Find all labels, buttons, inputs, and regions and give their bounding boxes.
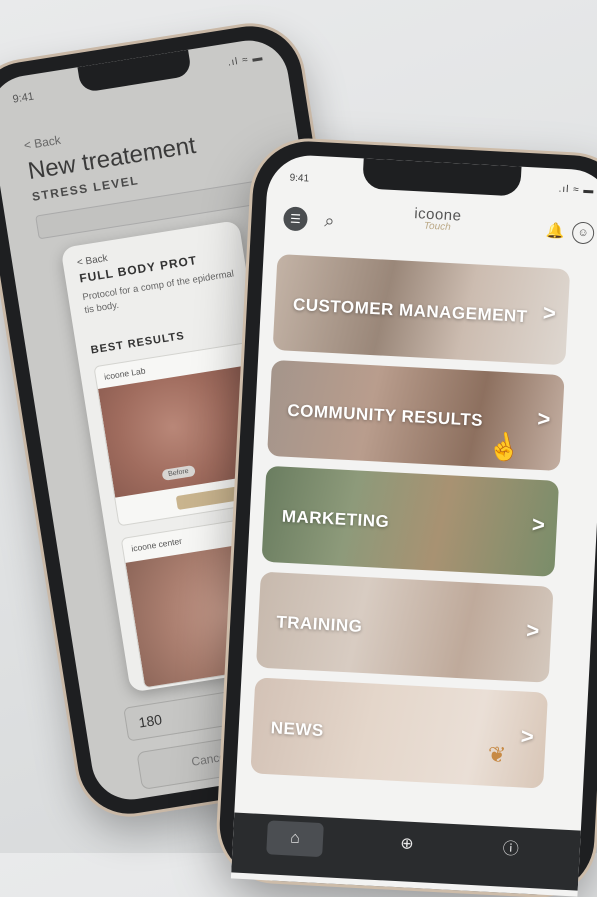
tile-community-results[interactable]: COMMUNITY RESULTS > ☝ bbox=[267, 359, 565, 472]
tile-news[interactable]: NEWS > ❦ bbox=[250, 677, 549, 789]
card-back-link[interactable]: < Back bbox=[76, 253, 108, 269]
chevron-right-icon: > bbox=[536, 405, 552, 432]
notch bbox=[77, 49, 193, 93]
result-source-label: icoone center bbox=[130, 535, 183, 554]
chevron-right-icon: > bbox=[531, 511, 546, 538]
info-icon[interactable]: ⓘ bbox=[482, 832, 540, 869]
status-time: 9:41 bbox=[289, 172, 310, 185]
profile-icon[interactable]: ☺ bbox=[571, 221, 595, 245]
chevron-right-icon: > bbox=[520, 723, 535, 750]
tile-customer-management[interactable]: CUSTOMER MANAGEMENT > bbox=[272, 254, 571, 366]
chevron-right-icon: > bbox=[542, 299, 557, 326]
front-phone-screen: 9:41 .ıl ≈ ▬ ☰ ⌕ icoone Touch 🔔 ☺ CUSTOM… bbox=[230, 153, 597, 897]
tile-marketing[interactable]: MARKETING > bbox=[261, 465, 560, 577]
status-time: 9:41 bbox=[11, 90, 35, 106]
front-phone: 9:41 .ıl ≈ ▬ ☰ ⌕ icoone Touch 🔔 ☺ CUSTOM… bbox=[216, 138, 597, 897]
best-results-heading: BEST RESULTS bbox=[89, 329, 186, 357]
add-icon[interactable]: ⊕ bbox=[378, 826, 436, 863]
home-icon[interactable]: ⌂ bbox=[266, 820, 324, 858]
tile-label: MARKETING bbox=[281, 506, 390, 532]
butterfly-icon: ❦ bbox=[487, 741, 507, 768]
result-source-label: icoone Lab bbox=[103, 365, 147, 382]
notch bbox=[362, 158, 522, 197]
tile-label: TRAINING bbox=[275, 612, 363, 636]
chevron-right-icon: > bbox=[525, 617, 540, 644]
status-icons: .ıl ≈ ▬ bbox=[558, 183, 595, 197]
bottom-tab-bar: ⌂ ⊕ ⓘ bbox=[231, 812, 581, 891]
search-icon[interactable]: ⌕ bbox=[317, 208, 342, 233]
notification-icon[interactable]: 🔔 bbox=[544, 220, 567, 243]
tap-hand-icon: ☝ bbox=[484, 429, 523, 466]
tile-label: COMMUNITY RESULTS bbox=[286, 400, 484, 430]
input-value: 180 bbox=[137, 711, 164, 731]
tile-training[interactable]: TRAINING > bbox=[255, 571, 554, 683]
menu-icon[interactable]: ☰ bbox=[282, 206, 309, 232]
back-link[interactable]: < Back bbox=[23, 133, 62, 153]
status-icons: .ıl ≈ ▬ bbox=[226, 52, 265, 69]
tile-label: CUSTOMER MANAGEMENT bbox=[292, 294, 529, 327]
app-logo: icoone Touch bbox=[397, 204, 478, 234]
tile-label: NEWS bbox=[270, 718, 325, 741]
